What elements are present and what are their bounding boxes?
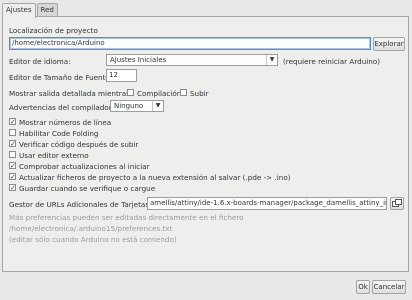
verbose-compile-checkbox[interactable]	[127, 89, 134, 96]
language-select-value: Ajustes Iniciales	[110, 56, 167, 64]
verbose-compile-label: Compilación	[137, 89, 182, 98]
language-restart-note: (requiere reiniciar Arduino)	[283, 57, 381, 66]
warnings-label: Advertencias del compilador:	[9, 103, 114, 112]
language-select[interactable]: Ajustes Iniciales ▼	[106, 54, 278, 66]
browse-button[interactable]: Explorar	[373, 37, 405, 51]
sketchbook-location-input[interactable]: /home/electronica/Arduino	[9, 37, 371, 50]
verbose-label: Mostrar salida detallada mientras:	[9, 89, 133, 98]
option-label-external-editor: Usar editor externo	[19, 151, 89, 160]
edit-warning-text: (editar sólo cuando Arduino no está corr…	[9, 235, 177, 244]
language-label: Editor de idioma:	[9, 57, 71, 66]
option-label-check-updates: Comprobar actualizaciones al iniciar	[19, 162, 150, 171]
option-checkbox-check-updates[interactable]: ✓	[9, 162, 16, 170]
chevron-down-icon: ▼	[152, 101, 163, 111]
option-checkbox-update-extension[interactable]: ✓	[9, 173, 16, 181]
option-label-line-numbers: Mostrar números de línea	[19, 118, 112, 127]
tab-ajustes[interactable]: Ajustes	[2, 3, 36, 18]
tab-bar: Ajustes Red	[2, 3, 59, 18]
sketchbook-label: Localización de proyecto	[9, 26, 98, 35]
option-label-update-extension: Actualizar ficheros de proyecto a la nue…	[19, 173, 291, 182]
warnings-select-value: Ninguno	[114, 102, 144, 110]
ok-button[interactable]: Ok	[356, 280, 370, 294]
option-checkbox-save-on-verify[interactable]: ✓	[9, 184, 16, 192]
cancel-button[interactable]: Cancelar	[372, 280, 406, 294]
option-label-verify-upload: Verificar código después de subir	[19, 140, 139, 149]
option-checkbox-verify-upload[interactable]: ✓	[9, 140, 16, 148]
option-checkbox-external-editor[interactable]	[9, 151, 16, 158]
option-label-save-on-verify: Guardar cuando se verifique o cargue	[19, 184, 156, 193]
font-size-label: Editor de Tamaño de Fuente:	[9, 73, 113, 82]
option-label-code-folding: Habilitar Code Folding	[19, 129, 99, 138]
preferences-file-path: /home/electronica/.arduino15/preferences…	[9, 224, 173, 233]
warnings-select[interactable]: Ninguno ▼	[110, 100, 164, 112]
board-urls-edit-button[interactable]	[390, 197, 404, 210]
board-urls-label: Gestor de URLs Adicionales de Tarjetas:	[9, 200, 152, 209]
option-checkbox-code-folding[interactable]	[9, 129, 16, 136]
settings-panel: Localización de proyecto /home/electroni…	[2, 16, 409, 272]
verbose-upload-checkbox[interactable]	[180, 89, 187, 96]
font-size-input[interactable]: 12	[106, 69, 137, 82]
chevron-down-icon: ▼	[266, 55, 277, 65]
window-icon	[392, 199, 402, 207]
board-urls-input[interactable]: amellis/attiny/ide-1.6.x-boards-manager/…	[147, 197, 387, 210]
tab-red[interactable]: Red	[36, 3, 58, 17]
option-checkbox-line-numbers[interactable]: ✓	[9, 118, 16, 126]
verbose-upload-label: Subir	[190, 89, 209, 98]
more-preferences-text: Más preferencias pueden ser editadas dir…	[9, 213, 244, 222]
